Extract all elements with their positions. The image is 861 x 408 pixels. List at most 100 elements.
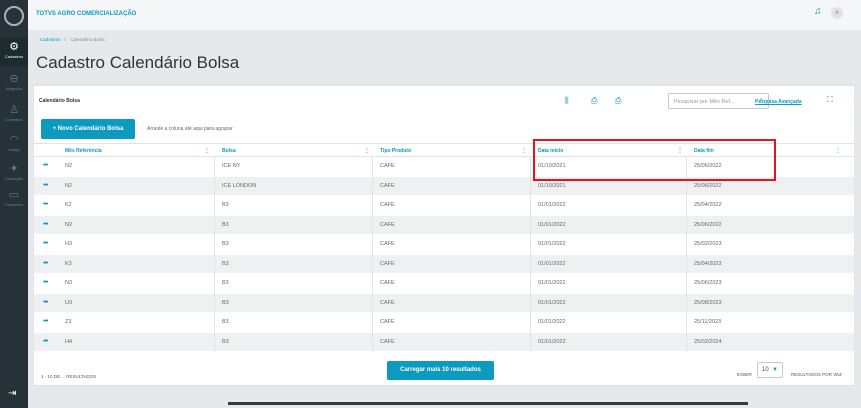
top-bar	[28, 0, 861, 30]
table-cell: CAFE	[380, 221, 395, 228]
row-actions-icon[interactable]: •••	[43, 279, 48, 286]
breadcrumb: Cadastros / Calendário Bolsa	[40, 37, 105, 42]
column-menu-icon[interactable]: ⋮	[204, 147, 210, 154]
table-cell: CAFE	[380, 260, 395, 267]
avatar[interactable]: A	[831, 7, 843, 19]
row-actions-icon[interactable]: •••	[43, 299, 48, 306]
row-actions-icon[interactable]: •••	[43, 221, 48, 228]
money-icon: ▭	[8, 189, 20, 201]
column-header-bolsa[interactable]: Bolsa	[222, 148, 236, 154]
table-cell: CAFE	[380, 241, 395, 247]
table-row[interactable]: ••• K3 B3 CAFE 01/01/2022 25/04/2023	[34, 254, 854, 273]
sidebar-item-financeiro[interactable]: ▭ Financeiro	[0, 186, 28, 214]
column-divider	[530, 157, 531, 352]
row-actions-icon[interactable]: •••	[43, 240, 48, 247]
row-actions-icon[interactable]: •••	[43, 260, 48, 267]
user-icon: ♙	[9, 104, 19, 116]
search-input[interactable]: Pesquisar por Mês Ref... ⌕	[668, 93, 769, 109]
app-title: TOTVS AGRO COMERCIALIZAÇÃO	[36, 11, 137, 17]
column-menu-icon[interactable]: ⋮	[364, 147, 370, 154]
breadcrumb-current: Calendário Bolsa	[70, 37, 105, 42]
row-actions-icon[interactable]: •••	[43, 338, 48, 345]
table-row[interactable]: ••• N3 B3 CAFE 01/01/2022 25/06/2023	[34, 274, 854, 292]
table-cell: B3	[222, 319, 229, 325]
table-row[interactable]: ••• K2 B3 CAFE 01/01/2022 25/04/2022	[34, 196, 854, 214]
group-drop-hint: Arraste a coluna até aqui para agrupar	[147, 126, 233, 132]
breadcrumb-separator: /	[64, 37, 67, 42]
table-row[interactable]: ••• H3 B3 CAFE 01/01/2022 25/02/2023	[34, 235, 854, 253]
calendar-card: Calendário Bolsa ⫼ ⎙ ⎙ Pesquisar por Mês…	[33, 85, 855, 386]
table-cell: ICE NY	[222, 163, 241, 169]
table-cell: B3	[222, 280, 229, 286]
print-icon[interactable]: ⎙	[591, 96, 597, 106]
table-cell: K3	[65, 260, 72, 267]
app-logo[interactable]	[4, 6, 24, 26]
sidebar-item-label: Cadastros	[4, 54, 24, 59]
wifi-icon: ◠	[9, 134, 19, 146]
table-cell: B3	[222, 299, 229, 306]
column-divider	[372, 157, 373, 352]
table-cell: 01/10/2021	[538, 182, 566, 189]
table-row[interactable]: ••• H4 B3 CAFE 01/01/2022 25/02/2024	[34, 332, 854, 351]
column-header-tipo-produto[interactable]: Tipo Produto	[380, 148, 411, 154]
bell-icon[interactable]: ♫	[814, 6, 822, 17]
sidebar-item-label: Financeiro	[4, 202, 24, 207]
table-cell: H4	[65, 338, 73, 345]
sidebar-item-label: Negócios	[5, 86, 23, 91]
table-cell: 25/02/2024	[694, 338, 722, 345]
export-icon[interactable]: ⎙	[615, 96, 621, 106]
table-cell: 25/06/2023	[694, 280, 722, 286]
sidebar-item-contratos[interactable]: ♙ Contratos	[0, 101, 28, 129]
highlight-box	[533, 139, 776, 181]
page-size-select[interactable]: 10 ▼	[757, 362, 783, 378]
table-row[interactable]: ••• Z3 B3 CAFE 01/01/2022 25/11/2023	[34, 313, 854, 331]
per-page-label: RESULTADOS POR VEZ	[791, 372, 842, 377]
page-size-value: 10	[762, 367, 769, 373]
table-cell: 25/06/2022	[694, 182, 722, 189]
results-count: 1 - 10 DE ... RESULTADOS	[41, 374, 97, 379]
table-cell: 01/01/2022	[538, 221, 566, 228]
row-actions-icon[interactable]: •••	[43, 201, 48, 208]
table-cell: 25/02/2023	[694, 241, 722, 247]
column-menu-icon[interactable]: ⋮	[521, 147, 527, 154]
gear-icon: ⚙	[9, 41, 19, 53]
breadcrumb-root[interactable]: Cadastros	[40, 37, 61, 42]
table-cell: 01/01/2022	[538, 202, 566, 208]
table-cell: 01/01/2022	[538, 260, 566, 267]
table-cell: CAFE	[380, 319, 395, 325]
sidebar-item-negocios[interactable]: ⊖ Negócios	[0, 70, 28, 98]
logout-icon[interactable]: ⇥	[8, 388, 16, 399]
table-row[interactable]: ••• N2 B3 CAFE 01/01/2022 25/06/2022	[34, 215, 854, 234]
columns-icon[interactable]: ⫼	[565, 96, 569, 106]
table-cell: N3	[65, 280, 73, 286]
page-title: Cadastro Calendário Bolsa	[36, 53, 240, 72]
sidebar-item-hedge[interactable]: ◠ Hedge	[0, 131, 28, 159]
row-actions-icon[interactable]: •••	[43, 162, 48, 169]
row-actions-icon[interactable]: •••	[43, 318, 48, 325]
new-calendar-button[interactable]: + Novo Calendário Bolsa	[41, 119, 135, 139]
table-cell: B3	[222, 202, 229, 208]
table-cell: CAFE	[380, 299, 395, 306]
sidebar-item-label: Hedge	[8, 147, 20, 152]
side-nav: ⚙ Cadastros ⊖ Negócios ♙ Contratos ◠ Hed…	[0, 0, 28, 408]
table-cell: CAFE	[380, 202, 395, 208]
column-divider	[214, 157, 215, 352]
load-more-button[interactable]: Carregar mais 10 resultados	[387, 361, 494, 380]
table-cell: 01/01/2022	[538, 338, 566, 345]
row-actions-icon[interactable]: •••	[43, 182, 48, 189]
show-label: EXIBIR	[737, 372, 752, 377]
fullscreen-icon[interactable]: ⛶	[827, 95, 833, 105]
sidebar-item-execucao[interactable]: ✦ Execução	[0, 160, 28, 188]
table-row[interactable]: ••• U3 B3 CAFE 01/01/2022 25/08/2023	[34, 293, 854, 312]
table-cell: 01/01/2022	[538, 319, 566, 325]
sidebar-item-label: Execução	[5, 176, 23, 181]
scrollbar[interactable]	[228, 402, 748, 405]
column-header-mes-referencia[interactable]: Mês Referência	[65, 148, 102, 154]
running-icon: ✦	[9, 163, 19, 175]
table-cell: H3	[65, 241, 73, 247]
column-divider	[686, 157, 687, 352]
table-cell: B3	[222, 260, 229, 267]
advanced-search-link[interactable]: Pesquisa Avançada	[755, 99, 802, 105]
column-menu-icon[interactable]: ⋮	[835, 147, 841, 154]
sidebar-item-cadastros[interactable]: ⚙ Cadastros	[0, 38, 28, 66]
